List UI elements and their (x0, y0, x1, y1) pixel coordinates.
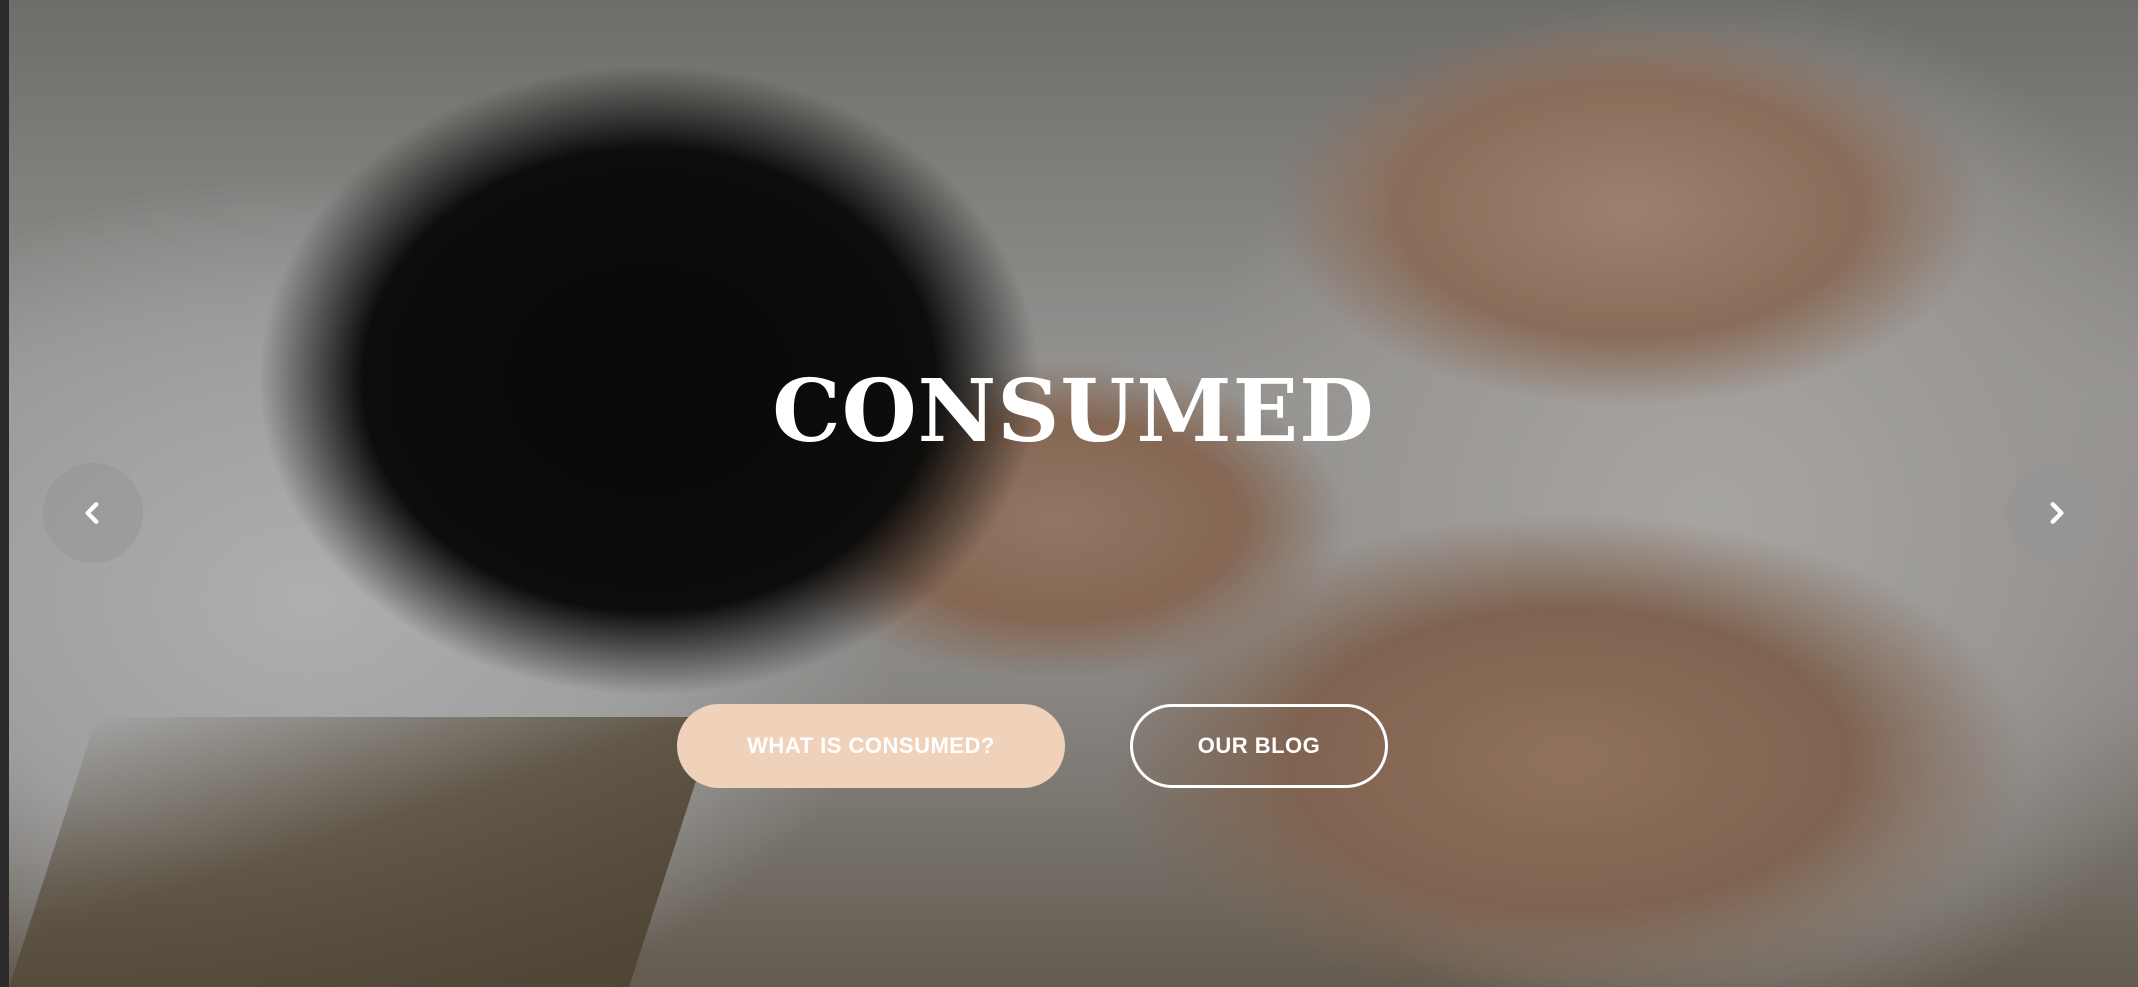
slider-next-button[interactable] (2006, 463, 2106, 563)
hero-background-overlay (9, 0, 2138, 987)
hero-slider: CONSUMED WHAT IS CONSUMED? OUR BLOG (9, 0, 2138, 987)
hero-title: CONSUMED (772, 361, 1375, 462)
chevron-right-icon (2050, 502, 2064, 524)
what-is-consumed-button[interactable]: WHAT IS CONSUMED? (677, 704, 1065, 788)
chevron-left-icon (85, 502, 99, 524)
our-blog-button[interactable]: OUR BLOG (1130, 704, 1388, 788)
slider-prev-button[interactable] (43, 463, 143, 563)
